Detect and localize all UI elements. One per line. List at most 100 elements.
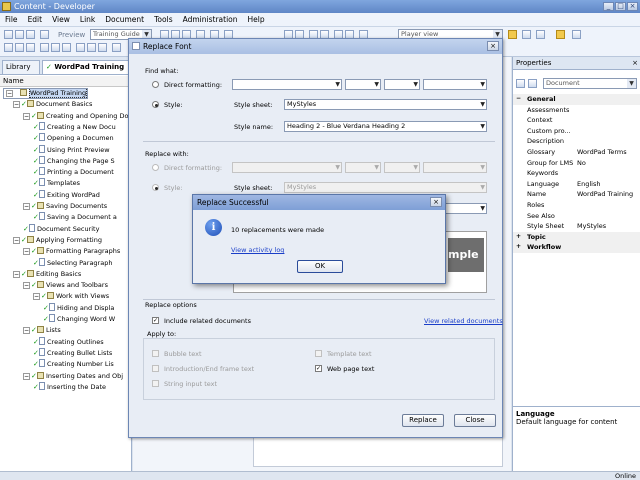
tree-item[interactable]: − ✓ Saving Documents <box>23 201 107 212</box>
menu-administration[interactable]: Administration <box>178 13 243 27</box>
tool-g-icon[interactable] <box>76 43 85 52</box>
tree-item[interactable]: ✓ Changing Word W <box>43 314 115 325</box>
replace-style-radio[interactable] <box>152 184 159 191</box>
collapse-toggle-icon[interactable]: − <box>13 101 20 109</box>
dialog-close-button[interactable]: × <box>487 41 499 51</box>
property-row[interactable]: Glossary WordPad Terms <box>513 147 640 158</box>
intro-text-checkbox[interactable] <box>152 365 159 372</box>
property-row[interactable]: Description <box>513 136 640 147</box>
tree-item[interactable]: ✓ Using Print Preview <box>33 144 110 156</box>
property-value[interactable]: WordPad Terms <box>577 147 627 158</box>
find-direct-formatting-radio[interactable] <box>152 81 159 88</box>
tree-item[interactable]: ✓ Opening a Documen <box>33 133 114 144</box>
collapse-toggle-icon[interactable]: − <box>23 327 30 335</box>
tree-item[interactable]: ✓ Changing the Page S <box>33 155 115 167</box>
property-value[interactable]: WordPad Training <box>577 189 633 200</box>
view-related-link[interactable]: View related documents <box>424 317 503 325</box>
expand-icon[interactable]: + <box>516 232 521 243</box>
collapse-toggle-icon[interactable]: − <box>13 236 20 244</box>
find-style-radio[interactable] <box>152 101 159 108</box>
replace-color-select[interactable]: ▼ <box>423 162 487 173</box>
tree-item[interactable]: ✓ Creating Bullet Lists <box>33 347 112 359</box>
publish-icon[interactable] <box>572 30 581 39</box>
replace-style-select[interactable]: ▼ <box>384 162 420 173</box>
tree-item[interactable]: − ✓ Lists <box>23 325 61 336</box>
property-value[interactable]: No <box>577 158 586 169</box>
replace-direct-formatting-radio[interactable] <box>152 164 159 171</box>
tool-i-icon[interactable] <box>98 43 107 52</box>
replace-button[interactable]: Replace <box>402 414 444 427</box>
find-style-name-select[interactable]: Heading 2 - Blue Verdana Heading 2 ▼ <box>284 121 487 132</box>
find-style-sheet-select[interactable]: MyStyles ▼ <box>284 99 487 110</box>
tree-item[interactable]: ✓ Hiding and Displa <box>43 302 114 314</box>
preview-button[interactable]: Preview <box>58 31 85 39</box>
tab-wordpad-training[interactable]: ✓ WordPad Training <box>42 60 130 74</box>
menu-file[interactable]: File <box>0 13 23 27</box>
property-value[interactable]: English <box>577 179 600 190</box>
open-icon[interactable] <box>4 30 13 39</box>
pane2-icon[interactable] <box>536 30 545 39</box>
menu-document[interactable]: Document <box>100 13 149 27</box>
menu-edit[interactable]: Edit <box>23 13 48 27</box>
new-icon[interactable] <box>15 30 24 39</box>
tool-e-icon[interactable] <box>51 43 60 52</box>
property-category[interactable]: + Topic <box>513 231 640 243</box>
property-value[interactable]: MyStyles <box>577 221 606 232</box>
tree-item[interactable]: − ✓ Views and Toolbars <box>23 280 108 291</box>
message-close-button[interactable]: × <box>430 197 442 207</box>
tree-item[interactable]: ✓ Exiting WordPad <box>33 189 100 201</box>
replace-size-select[interactable]: ▼ <box>345 162 381 173</box>
tree-item[interactable]: − ✓ Document Basics <box>13 99 92 110</box>
close-icon[interactable]: × <box>632 57 638 70</box>
property-row[interactable]: Language English <box>513 179 640 190</box>
close-window-button[interactable]: × <box>627 2 638 11</box>
sort-az-icon[interactable] <box>528 79 537 88</box>
tree-item[interactable]: − WordPad Training <box>3 88 89 99</box>
property-category[interactable]: + Workflow <box>513 242 640 253</box>
properties-object-combo[interactable]: Document ▼ <box>543 78 637 89</box>
view-activity-log-link[interactable]: View activity log <box>231 246 284 254</box>
categorized-icon[interactable] <box>516 79 525 88</box>
property-row[interactable]: Context <box>513 115 640 126</box>
tree-item[interactable]: ✓ Printing a Document <box>33 167 114 178</box>
collapse-toggle-icon[interactable]: − <box>23 112 30 120</box>
collapse-toggle-icon[interactable]: − <box>13 270 20 278</box>
property-row[interactable]: Group for LMS No <box>513 158 640 169</box>
close-button[interactable]: Close <box>454 414 496 427</box>
menu-view[interactable]: View <box>47 13 75 27</box>
replace-style-sheet-select[interactable]: MyStyles ▼ <box>284 182 487 193</box>
tree-item[interactable]: ✓ Document Security <box>23 223 99 235</box>
collapse-toggle-icon[interactable]: − <box>23 372 30 380</box>
print-icon[interactable] <box>40 30 49 39</box>
menu-tools[interactable]: Tools <box>149 13 177 27</box>
web-page-text-checkbox[interactable]: ✓ <box>315 365 322 372</box>
include-related-checkbox[interactable]: ✓ <box>152 317 159 324</box>
ok-button[interactable]: OK <box>297 260 343 273</box>
property-row[interactable]: Name WordPad Training <box>513 189 640 200</box>
tool-f-icon[interactable] <box>62 43 71 52</box>
tree-item[interactable]: − ✓ Creating and Opening Do <box>23 111 128 122</box>
tree-item[interactable]: ✓ Saving a Document a <box>33 212 117 223</box>
collapse-icon[interactable]: − <box>516 94 521 105</box>
string-input-checkbox[interactable] <box>152 380 159 387</box>
tree-item[interactable]: − ✓ Inserting Dates and Obj <box>23 371 123 382</box>
find-size-select[interactable]: ▼ <box>345 79 381 90</box>
pane-icon[interactable] <box>522 30 531 39</box>
tool-a-icon[interactable] <box>4 43 13 52</box>
property-row[interactable]: See Also <box>513 211 640 222</box>
maximize-button[interactable]: □ <box>615 2 626 11</box>
tree-item[interactable]: ✓ Templates <box>33 178 80 189</box>
layout-icon[interactable] <box>508 30 517 39</box>
property-category[interactable]: − General <box>513 94 640 105</box>
tool-b-icon[interactable] <box>15 43 24 52</box>
tree-item[interactable]: ✓ Creating Outlines <box>33 336 104 348</box>
property-row[interactable]: Assessments <box>513 105 640 116</box>
tree-item[interactable]: ✓ Creating a New Docu <box>33 121 116 133</box>
find-color-select[interactable]: ▼ <box>423 79 487 90</box>
save-icon[interactable] <box>26 30 35 39</box>
collapse-toggle-icon[interactable]: − <box>23 248 30 256</box>
minimize-button[interactable]: _ <box>603 2 614 11</box>
property-row[interactable]: Keywords <box>513 168 640 179</box>
tool-j-icon[interactable] <box>112 43 121 52</box>
tree-item[interactable]: ✓ Inserting the Date <box>33 381 106 393</box>
